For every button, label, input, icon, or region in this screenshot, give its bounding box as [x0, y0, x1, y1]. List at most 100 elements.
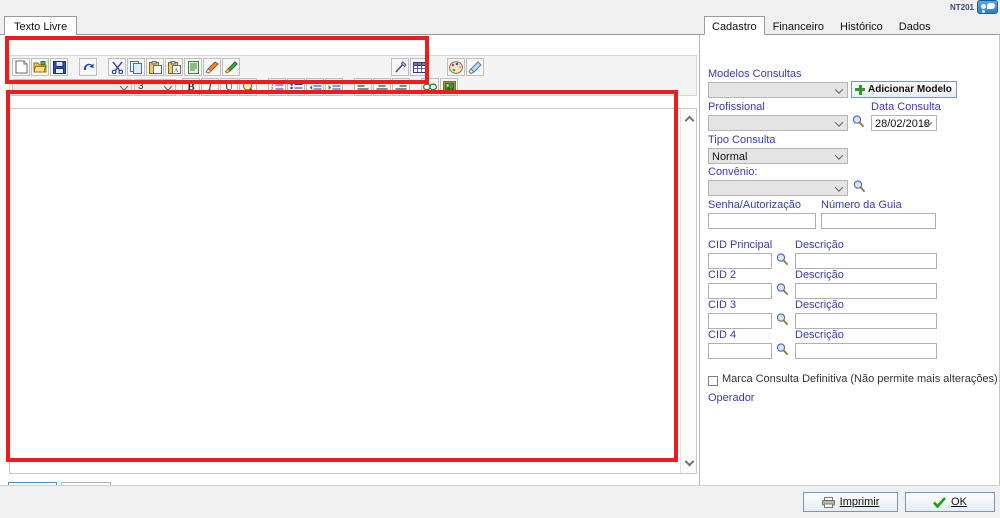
user-badge-label: NT201 [950, 3, 974, 12]
cid-3-label: CID 3 [708, 299, 736, 311]
cid-2-input[interactable] [708, 283, 772, 299]
align-left-icon[interactable] [354, 78, 372, 96]
check-icon [933, 497, 946, 508]
cid-4-input[interactable] [708, 343, 772, 359]
convenio-select[interactable] [708, 180, 848, 196]
convenio-search-icon[interactable] [853, 180, 866, 193]
printer-icon [822, 497, 835, 508]
cid-2-search-icon[interactable] [776, 283, 789, 296]
application-window: NT201 Texto Livre [0, 0, 1000, 518]
data-consulta-label: Data Consulta [871, 101, 941, 113]
cid-principal-input[interactable] [708, 253, 772, 269]
imprimir-button[interactable]: Imprimir [803, 492, 898, 512]
tab-dados[interactable]: Dados [891, 16, 939, 35]
tab-texto-livre[interactable]: Texto Livre [4, 16, 77, 35]
tipo-consulta-select[interactable]: Normal [708, 148, 848, 164]
operador-label: Operador [708, 392, 754, 404]
cid-4-descricao-label: Descrição [795, 329, 844, 341]
chevron-down-icon [836, 88, 843, 92]
eraser-broom-icon[interactable] [222, 58, 240, 76]
bold-icon[interactable]: B [182, 78, 200, 96]
cid-3-descricao-input[interactable] [795, 313, 937, 329]
chevron-down-icon [121, 85, 128, 89]
cid-4-search-icon[interactable] [776, 343, 789, 356]
highlighter-icon[interactable] [466, 58, 484, 76]
scissors-icon[interactable] [108, 58, 126, 76]
numbered-list-icon[interactable]: 123 [268, 78, 286, 96]
outdent-icon[interactable] [306, 78, 324, 96]
toolbar-row-2: 3 B I U 123 [12, 77, 459, 97]
data-consulta-input[interactable]: 28/02/2018 [871, 115, 937, 131]
ok-button[interactable]: OK [905, 492, 995, 512]
user-badge[interactable]: NT201 [950, 0, 998, 14]
cid-principal-search-icon[interactable] [776, 253, 789, 266]
numero-guia-input[interactable] [821, 213, 936, 229]
modelos-consultas-select[interactable] [708, 82, 848, 98]
profissional-label: Profissional [708, 101, 765, 113]
copy-icon[interactable] [127, 58, 145, 76]
senha-autorizacao-input[interactable] [708, 213, 816, 229]
editor-tabstrip: Texto Livre [0, 15, 700, 35]
table-grid-icon[interactable] [410, 58, 428, 76]
italic-icon[interactable]: I [201, 78, 219, 96]
paint-brush-icon[interactable] [203, 58, 221, 76]
chevron-down-icon [836, 154, 843, 158]
undo-arrow-icon[interactable] [79, 58, 97, 76]
svg-text:3: 3 [271, 89, 274, 93]
users-icon[interactable] [977, 0, 998, 14]
toolbar-row-1: A [12, 57, 485, 77]
picture-icon[interactable] [440, 78, 458, 96]
editor-pane: Texto Livre [0, 15, 700, 485]
tab-historico[interactable]: Histórico [832, 16, 891, 35]
ok-label: OK [951, 496, 967, 508]
cid-principal-descricao-input[interactable] [795, 253, 937, 269]
cid-principal-label: CID Principal [708, 239, 772, 251]
editor-content-area[interactable] [10, 109, 680, 473]
font-family-select[interactable] [12, 79, 132, 96]
pen-line-icon[interactable] [391, 58, 409, 76]
underline-icon[interactable]: U [220, 78, 238, 96]
chevron-down-icon [836, 186, 843, 190]
editor-toolbar: A [9, 55, 697, 96]
font-size-select[interactable]: 3 [134, 79, 176, 96]
numero-guia-label: Número da Guia [821, 199, 902, 211]
cid-4-descricao-input[interactable] [795, 343, 937, 359]
align-right-icon[interactable] [392, 78, 410, 96]
profissional-search-icon[interactable] [852, 115, 865, 128]
new-document-icon[interactable] [12, 58, 30, 76]
convenio-label: Convênio: [708, 166, 758, 178]
window-topbar: NT201 [0, 0, 1000, 15]
chevron-down-icon [836, 121, 843, 125]
bullet-list-icon[interactable] [287, 78, 305, 96]
cid-2-label: CID 2 [708, 269, 736, 281]
adicionar-modelo-button[interactable]: Adicionar Modelo [851, 81, 957, 98]
svg-text:A: A [174, 68, 179, 74]
rich-text-editor[interactable] [9, 108, 697, 474]
align-center-icon[interactable] [373, 78, 391, 96]
font-size-value: 3 [138, 81, 144, 92]
magnifier-color-icon[interactable] [239, 78, 257, 96]
chevron-up-icon[interactable] [681, 111, 697, 127]
tab-financeiro[interactable]: Financeiro [765, 16, 832, 35]
open-folder-icon[interactable] [31, 58, 49, 76]
indent-icon[interactable] [325, 78, 343, 96]
link-chain-icon[interactable] [421, 78, 439, 96]
cid-4-label: CID 4 [708, 329, 736, 341]
floppy-save-icon[interactable] [50, 58, 68, 76]
cid-3-input[interactable] [708, 313, 772, 329]
chevron-down-icon[interactable] [681, 455, 697, 471]
paste-special-icon[interactable]: A [165, 58, 183, 76]
cid-2-descricao-input[interactable] [795, 283, 937, 299]
document-lines-icon[interactable] [184, 58, 202, 76]
details-pane: Cadastro Financeiro Histórico Dados Mode… [700, 15, 1000, 485]
tab-cadastro[interactable]: Cadastro [704, 16, 765, 35]
adicionar-modelo-label: Adicionar Modelo [868, 82, 952, 97]
color-palette-icon[interactable] [447, 58, 465, 76]
paste-icon[interactable] [146, 58, 164, 76]
imprimir-label: Imprimir [840, 496, 880, 508]
editor-vertical-scrollbar[interactable] [680, 109, 696, 473]
profissional-select[interactable] [708, 115, 848, 131]
cid-3-search-icon[interactable] [776, 313, 789, 326]
marca-consulta-definitiva-checkbox[interactable] [708, 376, 718, 386]
cid-3-descricao-label: Descrição [795, 299, 844, 311]
